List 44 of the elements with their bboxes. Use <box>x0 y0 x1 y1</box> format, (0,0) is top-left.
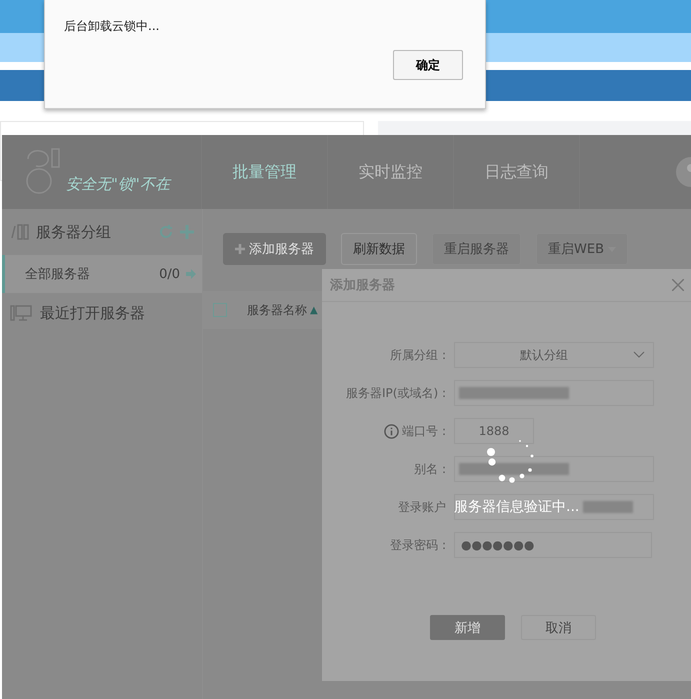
input-field[interactable] <box>454 494 654 520</box>
password-field[interactable]: ●●●●●●● <box>454 532 652 558</box>
refresh-icon[interactable] <box>158 224 174 240</box>
sort-indicator: ▲ <box>310 304 318 316</box>
toolbar-button[interactable]: 刷新数据 <box>341 233 417 265</box>
column-header[interactable]: 服务器名称 <box>247 302 307 318</box>
sidebar-item[interactable]: 全部服务器 0/0 <box>2 255 202 293</box>
nav-tab[interactable]: 批量管理 <box>202 135 328 209</box>
field-label: 所属分组 : <box>390 346 446 364</box>
chevron-down-icon <box>633 351 645 359</box>
blurred-value <box>583 501 633 513</box>
loading-message: 服务器信息验证中... <box>454 498 580 516</box>
avatar-icon[interactable] <box>675 157 691 187</box>
toolbar-button[interactable]: 添加服务器 <box>223 233 326 265</box>
toolbar-button[interactable]: 重启服务器 <box>432 233 521 265</box>
field-label: 服务器IP(或域名) : <box>346 384 446 402</box>
toolbar-button[interactable]: 重启WEB <box>536 233 628 265</box>
item-label: 全部服务器 <box>25 266 91 283</box>
server-count: 0/0 <box>159 266 180 282</box>
close-icon[interactable] <box>672 279 684 291</box>
ok-button[interactable]: 确定 <box>393 50 463 80</box>
info-icon <box>384 424 400 438</box>
arrow-right-icon <box>186 269 196 279</box>
recent-servers-link[interactable]: 最近打开服务器 <box>40 304 194 322</box>
group-select[interactable]: 默认分组 <box>454 342 654 368</box>
input-field[interactable] <box>454 380 654 406</box>
nav-tab[interactable]: 实时监控 <box>328 135 454 209</box>
dialog-button[interactable]: 新增 <box>430 615 505 640</box>
port-field[interactable]: 1888 <box>454 418 534 444</box>
dialog-button[interactable]: 取消 <box>521 615 596 640</box>
monitor-icon <box>10 305 32 321</box>
input-field[interactable] <box>454 456 654 482</box>
server-rack-icon <box>10 224 30 240</box>
slogan: 安全无"锁"不在 <box>66 174 170 194</box>
field-label: 登录密码 : <box>390 536 446 554</box>
section-title: 服务器分组 <box>36 222 112 242</box>
nav-tab[interactable]: 日志查询 <box>454 135 580 209</box>
field-label: 登录账户 <box>398 498 446 516</box>
field-label: 别名 : <box>414 460 446 478</box>
select-all-checkbox[interactable] <box>213 303 227 317</box>
plus-icon <box>235 244 245 254</box>
plus-icon[interactable] <box>180 225 194 239</box>
alert-message: 后台卸载云锁中... <box>64 18 160 35</box>
field-label: 端口号 : <box>402 422 446 440</box>
